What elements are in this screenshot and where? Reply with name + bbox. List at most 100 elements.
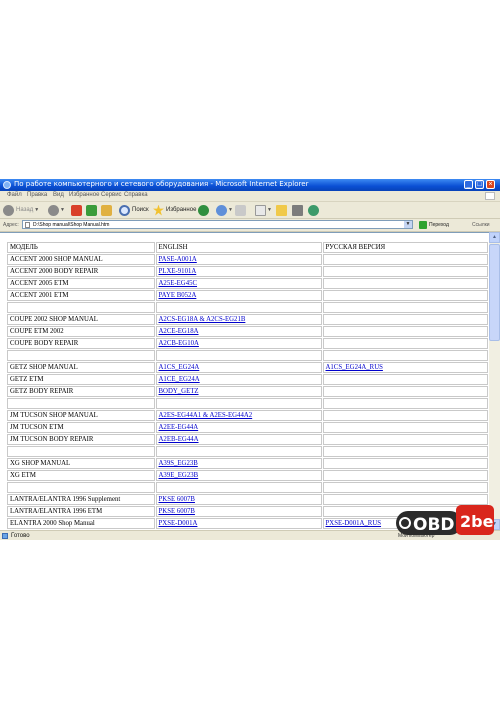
- table-row: LANTRA/ELANTRA 1996 Supplement PKSE 6007B: [7, 494, 488, 505]
- minimize-button[interactable]: _: [464, 180, 473, 189]
- search-icon: [119, 204, 130, 216]
- obd2be-watermark-logo: OBD 2be: [396, 505, 494, 535]
- search-button[interactable]: Поиск: [119, 204, 149, 216]
- table-row: [7, 446, 488, 457]
- english-cell: [155, 398, 322, 409]
- messenger-button[interactable]: [308, 204, 319, 216]
- english-cell: [155, 350, 322, 361]
- model-cell: JM TUCSON ETM: [7, 422, 155, 433]
- english-manual-link[interactable]: BODY_GETZ: [159, 388, 199, 395]
- table-row: JM TUCSON ETM A2EE-EG44A: [7, 422, 488, 433]
- maximize-button[interactable]: □: [475, 180, 484, 189]
- table-row: XG SHOP MANUAL A39S_EG23B: [7, 458, 488, 469]
- english-manual-link[interactable]: A2CB-EG10A: [159, 340, 199, 347]
- english-cell: A2CS-EG18A & A2CS-EG21B: [155, 314, 322, 325]
- russian-manual-link[interactable]: PXSE-D001A_RUS: [326, 520, 382, 527]
- table-row: [7, 350, 488, 361]
- russian-manual-link[interactable]: A1CS_EG24A_RUS: [326, 364, 383, 371]
- print-button[interactable]: ▼: [255, 204, 272, 216]
- mail-button[interactable]: [235, 204, 246, 216]
- star-icon: [153, 204, 164, 216]
- research-button[interactable]: [292, 204, 303, 216]
- russian-cell: [322, 254, 488, 265]
- go-button[interactable]: Переход: [417, 221, 449, 229]
- english-cell: PASE-A001A: [155, 254, 322, 265]
- toolbar: Назад ▼ ▼ Поиск Избранное ▼ ▼: [0, 202, 500, 219]
- english-manual-link[interactable]: A2CS-EG18A & A2CS-EG21B: [159, 316, 246, 323]
- favorites-button[interactable]: Избранное: [153, 204, 196, 216]
- english-cell: PAYE B052A: [155, 290, 322, 301]
- ie-logo-icon: [3, 181, 11, 189]
- english-manual-link[interactable]: PXSE-D001A: [159, 520, 198, 527]
- forward-arrow-icon: [48, 204, 59, 216]
- page-done-icon: [2, 533, 8, 539]
- home-icon: [101, 204, 112, 216]
- english-manual-link[interactable]: PKSE 6007B: [159, 496, 195, 503]
- address-bar: Адрес: D:\Shop manual\Shop Manual.htm ▼ …: [0, 219, 500, 232]
- model-cell: JM TUCSON SHOP MANUAL: [7, 410, 155, 421]
- menu-tools[interactable]: Сервис: [101, 192, 122, 198]
- document-icon: [25, 222, 30, 228]
- back-arrow-icon: [3, 204, 14, 216]
- folder-button[interactable]: [276, 204, 287, 216]
- russian-cell: [322, 338, 488, 349]
- links-button[interactable]: Ссылки: [472, 222, 490, 228]
- menu-favorites[interactable]: Избранное: [69, 192, 99, 198]
- english-cell: A25E-EG45C: [155, 278, 322, 289]
- column-header: МОДЕЛЬ: [7, 242, 155, 253]
- russian-cell: [322, 398, 488, 409]
- table-row: GETZ BODY REPAIR BODY_GETZ: [7, 386, 488, 397]
- english-manual-link[interactable]: A25E-EG45C: [159, 280, 198, 287]
- russian-cell: [322, 458, 488, 469]
- menu-file[interactable]: Файл: [7, 192, 22, 198]
- column-header: РУССКАЯ ВЕРСИЯ: [322, 242, 488, 253]
- english-manual-link[interactable]: A2CE-EG18A: [159, 328, 199, 335]
- russian-cell: [322, 422, 488, 433]
- chevron-down-icon[interactable]: ▼: [404, 221, 412, 228]
- scroll-up-button[interactable]: ▲: [489, 232, 500, 243]
- menu-edit[interactable]: Правка: [27, 192, 47, 198]
- refresh-button[interactable]: [86, 204, 97, 216]
- english-manual-link[interactable]: A2EB-EG44A: [159, 436, 199, 443]
- media-button[interactable]: [198, 204, 209, 216]
- model-cell: JM TUCSON BODY REPAIR: [7, 434, 155, 445]
- english-cell: PKSE 6007B: [155, 494, 322, 505]
- menu-help[interactable]: Справка: [124, 192, 148, 198]
- menu-view[interactable]: Вид: [53, 192, 64, 198]
- messenger-icon: [308, 204, 319, 216]
- english-manual-link[interactable]: PASE-A001A: [159, 256, 197, 263]
- english-manual-link[interactable]: A39E_EG23B: [159, 472, 199, 479]
- model-cell: ACCENT 2000 SHOP MANUAL: [7, 254, 155, 265]
- scroll-thumb[interactable]: [489, 244, 500, 341]
- russian-cell: [322, 446, 488, 457]
- browser-window: По работе компьютерного и сетевого обору…: [0, 179, 500, 540]
- home-button[interactable]: [101, 204, 112, 216]
- go-arrow-icon: [419, 221, 427, 229]
- model-cell: [7, 482, 155, 493]
- english-manual-link[interactable]: PLXE-9101A: [159, 268, 197, 275]
- forward-button[interactable]: ▼: [48, 204, 65, 216]
- stop-button[interactable]: [71, 204, 82, 216]
- address-input[interactable]: D:\Shop manual\Shop Manual.htm ▼: [22, 220, 413, 229]
- menu-bar: Файл Правка Вид Избранное Сервис Справка: [0, 191, 500, 202]
- russian-cell: [322, 482, 488, 493]
- english-manual-link[interactable]: A39S_EG23B: [159, 460, 198, 467]
- column-header: ENGLISH: [155, 242, 322, 253]
- english-cell: A2ES-EG44A1 & A2ES-EG44A2: [155, 410, 322, 421]
- english-manual-link[interactable]: PKSE 6007B: [159, 508, 195, 515]
- back-button[interactable]: Назад ▼: [3, 204, 39, 216]
- close-button[interactable]: ×: [486, 180, 495, 189]
- history-button[interactable]: ▼: [216, 204, 233, 216]
- english-manual-link[interactable]: A1CS_EG24A: [159, 364, 200, 371]
- english-manual-link[interactable]: A2ES-EG44A1 & A2ES-EG44A2: [159, 412, 253, 419]
- english-manual-link[interactable]: A2EE-EG44A: [159, 424, 199, 431]
- english-cell: A2EB-EG44A: [155, 434, 322, 445]
- english-manual-link[interactable]: PAYE B052A: [159, 292, 197, 299]
- status-text: Готово: [11, 533, 30, 539]
- english-manual-link[interactable]: A1CE_EG24A: [159, 376, 200, 383]
- english-cell: A39E_EG23B: [155, 470, 322, 481]
- model-cell: XG ETM: [7, 470, 155, 481]
- table-row: ACCENT 2000 SHOP MANUAL PASE-A001A: [7, 254, 488, 265]
- russian-cell: [322, 374, 488, 385]
- vertical-scrollbar[interactable]: ▲ ▼: [489, 232, 500, 530]
